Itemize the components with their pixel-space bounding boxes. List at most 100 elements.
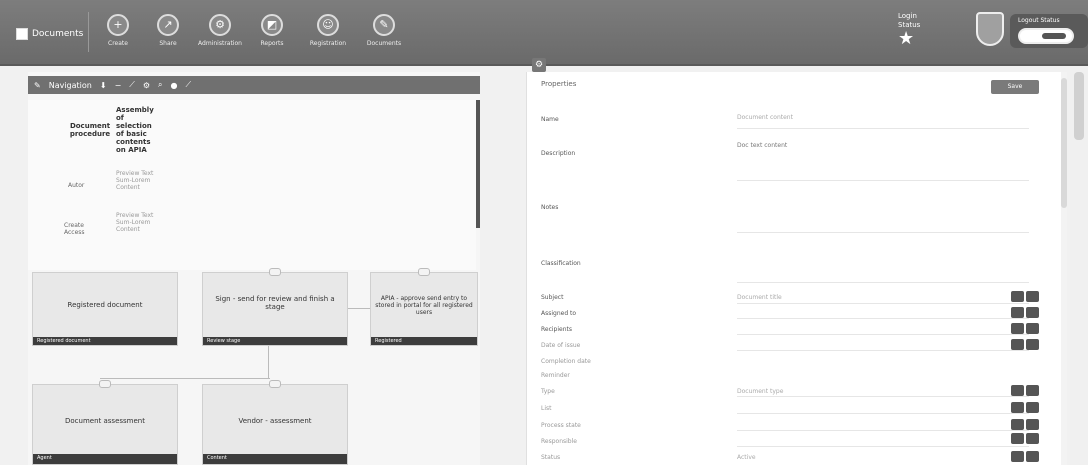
field-underline: [737, 430, 1029, 431]
field-actions[interactable]: [1011, 433, 1039, 444]
field-underline: [737, 396, 1029, 397]
workflow-card[interactable]: Document assessment Agent: [32, 380, 178, 465]
toggle-label: Logout Status: [1018, 17, 1060, 24]
edit-icon[interactable]: ⟋: [186, 80, 192, 90]
field-value[interactable]: Doc text content: [737, 142, 787, 149]
toolbar-button-administration[interactable]: ⚙ Administration: [198, 14, 242, 47]
workflow-card[interactable]: Registered document Registered document: [32, 272, 178, 346]
document-icon: [16, 28, 28, 40]
field-underline: [737, 180, 1029, 181]
plus-icon: +: [107, 14, 129, 36]
table-header-right: Assembly of selection of basic contents …: [116, 106, 154, 154]
shield-icon[interactable]: [976, 12, 1004, 46]
card-title: Sign - send for review and finish a stag…: [215, 295, 335, 311]
card-title: APIA - approve send entry to stored in p…: [375, 295, 473, 316]
field-label: Process state: [541, 422, 581, 429]
user-line1: Login: [898, 12, 917, 20]
toolbar-button-reports[interactable]: ◩ Reports: [250, 14, 294, 47]
gear-icon[interactable]: ⚙: [532, 58, 546, 72]
scroll-thumb[interactable]: [1074, 72, 1084, 140]
minus-icon[interactable]: −: [115, 81, 122, 90]
card-title: Registered document: [67, 301, 143, 309]
field-label: Status: [541, 454, 561, 461]
scroll-thumb[interactable]: [1061, 78, 1067, 208]
top-toolbar: Documents + Create ↗ Share ⚙ Administrat…: [0, 0, 1088, 66]
panel-splitter[interactable]: [476, 100, 480, 228]
card-handle: [269, 380, 281, 388]
diagram-toolbar-title: Navigation: [48, 80, 92, 90]
field-label: Description: [541, 150, 576, 157]
properties-panel: Properties Save Name Document content De…: [526, 72, 1067, 465]
tool-label: Registration: [309, 40, 347, 47]
info-table: Document procedure Assembly of selection…: [28, 100, 476, 270]
logout-toggle[interactable]: [1018, 28, 1074, 44]
row-value: Preview Text Sum-Lorem Content: [116, 170, 154, 191]
field-label: Name: [541, 116, 559, 123]
toolbar-button-create[interactable]: + Create: [96, 14, 140, 47]
workflow-card[interactable]: Sign - send for review and finish a stag…: [202, 268, 348, 346]
download-icon[interactable]: ⬇: [100, 81, 107, 90]
field-value[interactable]: Document content: [737, 114, 793, 121]
user-status[interactable]: Login Status ★: [898, 12, 958, 56]
field-actions[interactable]: [1011, 385, 1039, 396]
field-actions[interactable]: [1011, 307, 1039, 318]
page-scrollbar[interactable]: [1070, 66, 1088, 465]
brand-label: Documents: [32, 29, 84, 39]
field-label: Subject: [541, 294, 564, 301]
card-handle: [418, 268, 430, 276]
save-button[interactable]: Save: [991, 80, 1039, 94]
field-actions[interactable]: [1011, 419, 1039, 430]
table-header-left: Document procedure: [69, 122, 111, 138]
field-actions[interactable]: [1011, 451, 1039, 462]
connector: [100, 378, 270, 379]
card-footer: Registered document: [33, 337, 177, 345]
chart-icon: ◩: [261, 14, 283, 36]
pencil-icon[interactable]: ✎: [34, 81, 41, 90]
card-title: Vendor - assessment: [238, 417, 312, 425]
divider: [88, 12, 89, 52]
field-value[interactable]: Document title: [737, 294, 782, 301]
share-icon: ↗: [157, 14, 179, 36]
field-actions[interactable]: [1011, 402, 1039, 413]
logout-toggle-group: Logout Status: [1010, 14, 1088, 48]
user-icon: ☺: [317, 14, 339, 36]
brand[interactable]: Documents: [16, 28, 83, 40]
workflow-card[interactable]: APIA - approve send entry to stored in p…: [370, 268, 478, 346]
field-label: Reminder: [541, 372, 570, 379]
toolbar-button-documents[interactable]: ✎ Documents: [362, 14, 406, 47]
card-handle: [99, 380, 111, 388]
row-label: Create Access: [64, 222, 85, 236]
panel-scrollbar[interactable]: [1061, 72, 1067, 465]
row-value: Preview Text Sum-Lorem Content: [116, 212, 154, 233]
field-label: Recipients: [541, 326, 573, 333]
tool-label: Share: [159, 40, 177, 47]
row-label: Autor: [68, 182, 85, 189]
zoom-icon[interactable]: ⌕: [158, 80, 162, 90]
field-label: Classification: [541, 260, 581, 267]
link-icon[interactable]: ⟋: [129, 80, 135, 90]
field-value[interactable]: Document type: [737, 388, 783, 395]
workflow-card[interactable]: Vendor - assessment Content: [202, 380, 348, 465]
toolbar-button-share[interactable]: ↗ Share: [146, 14, 190, 47]
field-actions[interactable]: [1011, 291, 1039, 302]
toggle-knob: [1042, 33, 1066, 39]
field-actions[interactable]: [1011, 339, 1039, 350]
field-underline: [737, 318, 1029, 319]
toolbar-button-registration[interactable]: ☺ Registration: [306, 14, 350, 47]
tool-label: Reports: [260, 40, 284, 47]
diagram-toolbar: ✎ Navigation ⬇ − ⟋ ⚙ ⌕ ● ⟋: [28, 76, 480, 94]
card-footer: Review stage: [203, 337, 347, 345]
folder-icon: ✎: [373, 14, 395, 36]
star-icon: ★: [898, 28, 915, 49]
field-value[interactable]: Active: [737, 454, 756, 461]
field-label: Type: [541, 388, 555, 395]
plus-circle-icon[interactable]: ●: [171, 81, 178, 90]
field-underline: [737, 413, 1029, 414]
tool-label: Administration: [198, 40, 242, 47]
settings-icon[interactable]: ⚙: [143, 81, 150, 90]
field-actions[interactable]: [1011, 323, 1039, 334]
card-footer: Content: [203, 454, 347, 464]
field-underline: [737, 128, 1029, 129]
card-footer: Agent: [33, 454, 177, 464]
field-label: Assigned to: [541, 310, 577, 317]
